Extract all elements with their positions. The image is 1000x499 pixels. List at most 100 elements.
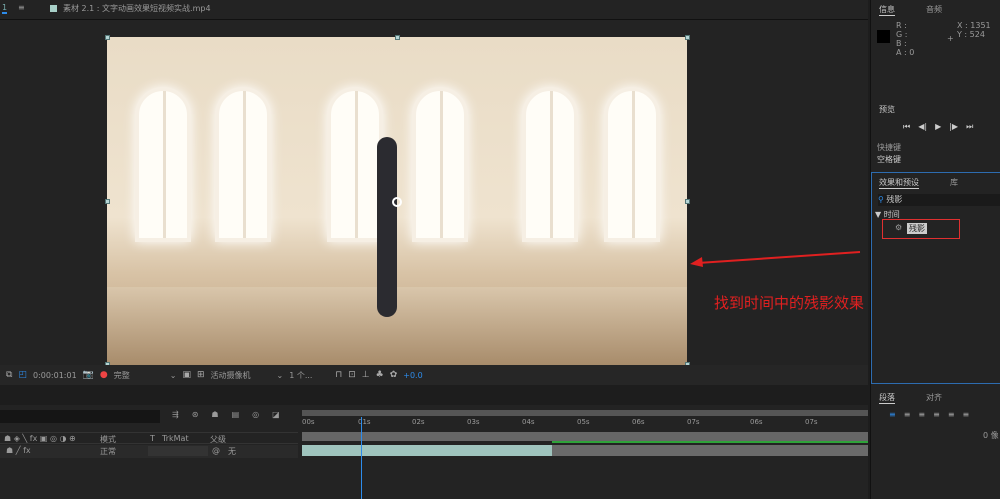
fast-preview-icon[interactable]: ⊡: [348, 370, 356, 380]
transform-handle[interactable]: [105, 199, 110, 204]
layer-columns-header: ☗ ◈ ╲ fx ▣ ◎ ◑ ⊕ 模式 T TrkMat 父级: [0, 432, 298, 444]
shy-icon[interactable]: ☗: [211, 410, 218, 419]
layer-row[interactable]: ☗ ╱ fx 正常 @ 无: [0, 445, 298, 458]
effect-icon: ⚙: [895, 223, 903, 232]
ruler-tick-label: 07s: [805, 418, 818, 426]
switches-icons: ☗ ◈ ╲ fx ▣ ◎ ◑ ⊕: [4, 434, 76, 443]
justify-center-icon[interactable]: ≡: [948, 410, 955, 419]
parent-select[interactable]: 无: [228, 446, 283, 457]
tab-align[interactable]: 对齐: [926, 392, 942, 403]
ruler-tick-label: 05s: [577, 418, 590, 426]
time-navigator[interactable]: [302, 410, 868, 416]
annotation-arrow: [690, 251, 861, 267]
work-area-bar[interactable]: [302, 432, 868, 441]
layout-icon[interactable]: ⊓: [335, 370, 342, 380]
time-ruler[interactable]: 00s 01s 02s 03s 04s 05s 06s 07s 06s 07s: [300, 417, 868, 430]
layer-search-input[interactable]: [0, 410, 160, 423]
viewer-toolbar: ⧉ ◰ 0:00:01:01 📷 ● 完整 ⌄ ▣ ⊞ 活动摄像机 ⌄ 1 个.…: [0, 365, 868, 385]
align-right-icon[interactable]: ≡: [918, 410, 925, 419]
next-frame-icon[interactable]: |▶: [949, 122, 958, 132]
search-value: 残影: [886, 195, 903, 204]
region-icon[interactable]: ⧉: [6, 370, 12, 380]
justify-left-icon[interactable]: ≡: [933, 410, 940, 419]
justify-all-icon[interactable]: ≡: [963, 410, 970, 419]
pickwhip-icon[interactable]: @: [212, 446, 220, 455]
column-parent: 父级: [210, 435, 226, 444]
ruler-tick-label: 02s: [412, 418, 425, 426]
ruler-tick-label: 01s: [358, 418, 371, 426]
color-swatch: [877, 30, 890, 43]
indent-field[interactable]: 0 像: [983, 430, 999, 441]
annotation-text: 找到时间中的残影效果: [714, 294, 865, 312]
column-t: T: [150, 434, 155, 443]
ruler-tick-label: 00s: [302, 418, 315, 426]
playhead[interactable]: [361, 417, 362, 499]
camera-select[interactable]: 活动摄像机: [211, 370, 271, 381]
shortcut-select[interactable]: 空格键: [877, 154, 989, 165]
highlight-box: ⚙ 残影: [882, 219, 960, 239]
video-frame[interactable]: [107, 37, 687, 365]
motion-blur-icon[interactable]: ◎: [252, 410, 259, 419]
grid-icon[interactable]: ⊞: [197, 370, 205, 380]
info-r: R :: [896, 21, 907, 30]
frame-blend-icon[interactable]: ▤: [232, 410, 240, 419]
right-panels: 信息 音频 R : G : B : A : 0 X : 1351 Y : 524…: [870, 0, 1000, 499]
crosshair-icon: +: [947, 34, 954, 43]
first-frame-icon[interactable]: ⏮: [903, 122, 910, 132]
ruler-tick-label: 03s: [467, 418, 480, 426]
menu-icon[interactable]: ≡: [18, 3, 25, 12]
play-icon[interactable]: ▶: [935, 122, 941, 132]
effects-presets-panel: 效果和预设 库 ⚲ 残影 ▼ 时间 ⚙ 残影: [871, 172, 1000, 384]
exposure-value[interactable]: +0.0: [403, 371, 422, 380]
transform-handle[interactable]: [395, 35, 400, 40]
composition-flowchart-icon[interactable]: ⇶: [172, 410, 179, 419]
chevron-down-icon[interactable]: ⌄: [170, 371, 177, 380]
camera-icon[interactable]: 📷: [83, 370, 94, 380]
render-cache-bar: [552, 441, 868, 443]
resolution-select[interactable]: 完整: [114, 370, 164, 381]
exposure-icon[interactable]: ✿: [390, 370, 398, 380]
effects-search-input[interactable]: ⚲ 残影: [878, 194, 1000, 206]
info-x: X : 1351: [957, 21, 991, 30]
info-a: A : 0: [896, 48, 915, 57]
tab-library[interactable]: 库: [950, 177, 958, 188]
layer-duration-bar[interactable]: [302, 445, 868, 456]
timeline-panel: ⇶ ⊛ ☗ ▤ ◎ ◪ ☗ ◈ ╲ fx ▣ ◎ ◑ ⊕ 模式 T TrkMat 父级…: [0, 405, 868, 499]
last-frame-icon[interactable]: ⏭: [966, 122, 973, 132]
transform-handle[interactable]: [105, 35, 110, 40]
timeline-icon[interactable]: ⊥: [362, 370, 370, 380]
footage-icon: [50, 5, 57, 12]
tab-audio[interactable]: 音频: [926, 4, 942, 15]
anchor-point-icon[interactable]: [392, 197, 402, 207]
align-left-icon[interactable]: ≡: [889, 410, 896, 419]
column-trkmat: TrkMat: [162, 434, 189, 443]
graph-editor-icon[interactable]: ◪: [272, 410, 280, 419]
previous-frame-icon[interactable]: ◀|: [918, 122, 927, 132]
transparency-grid-icon[interactable]: ◰: [18, 370, 27, 380]
views-select[interactable]: 1 个...: [289, 370, 329, 381]
effect-item-echo[interactable]: 残影: [907, 223, 927, 234]
flowchart-icon[interactable]: ♣: [376, 370, 384, 380]
trkmat-select[interactable]: [148, 446, 208, 456]
blend-mode-select[interactable]: 正常: [100, 446, 145, 457]
column-mode: 模式: [100, 435, 116, 444]
tab-effects-presets[interactable]: 效果和预设: [879, 177, 919, 189]
tab-footage[interactable]: 素材 2.1 : 文字动画效果短视频实战.mp4: [63, 3, 211, 14]
align-center-icon[interactable]: ≡: [904, 410, 911, 419]
ruler-tick-label: 07s: [687, 418, 700, 426]
timecode[interactable]: 0:00:01:01: [33, 371, 77, 380]
layer-switches[interactable]: ☗ ╱ fx: [6, 446, 31, 455]
color-channels-icon[interactable]: ●: [100, 370, 108, 380]
region-of-interest-icon[interactable]: ▣: [182, 370, 191, 380]
preview-title: 预览: [879, 105, 895, 114]
transform-handle[interactable]: [685, 199, 690, 204]
tab-paragraph[interactable]: 段落: [879, 392, 895, 404]
search-icon: ⚲: [878, 195, 884, 204]
tab-composition[interactable]: 1: [2, 3, 8, 14]
dancer: [377, 137, 397, 317]
ruler-tick-label: 06s: [632, 418, 645, 426]
tab-info[interactable]: 信息: [879, 4, 895, 16]
draft-3d-icon[interactable]: ⊛: [192, 410, 199, 419]
chevron-down-icon[interactable]: ⌄: [277, 371, 284, 380]
transform-handle[interactable]: [685, 35, 690, 40]
